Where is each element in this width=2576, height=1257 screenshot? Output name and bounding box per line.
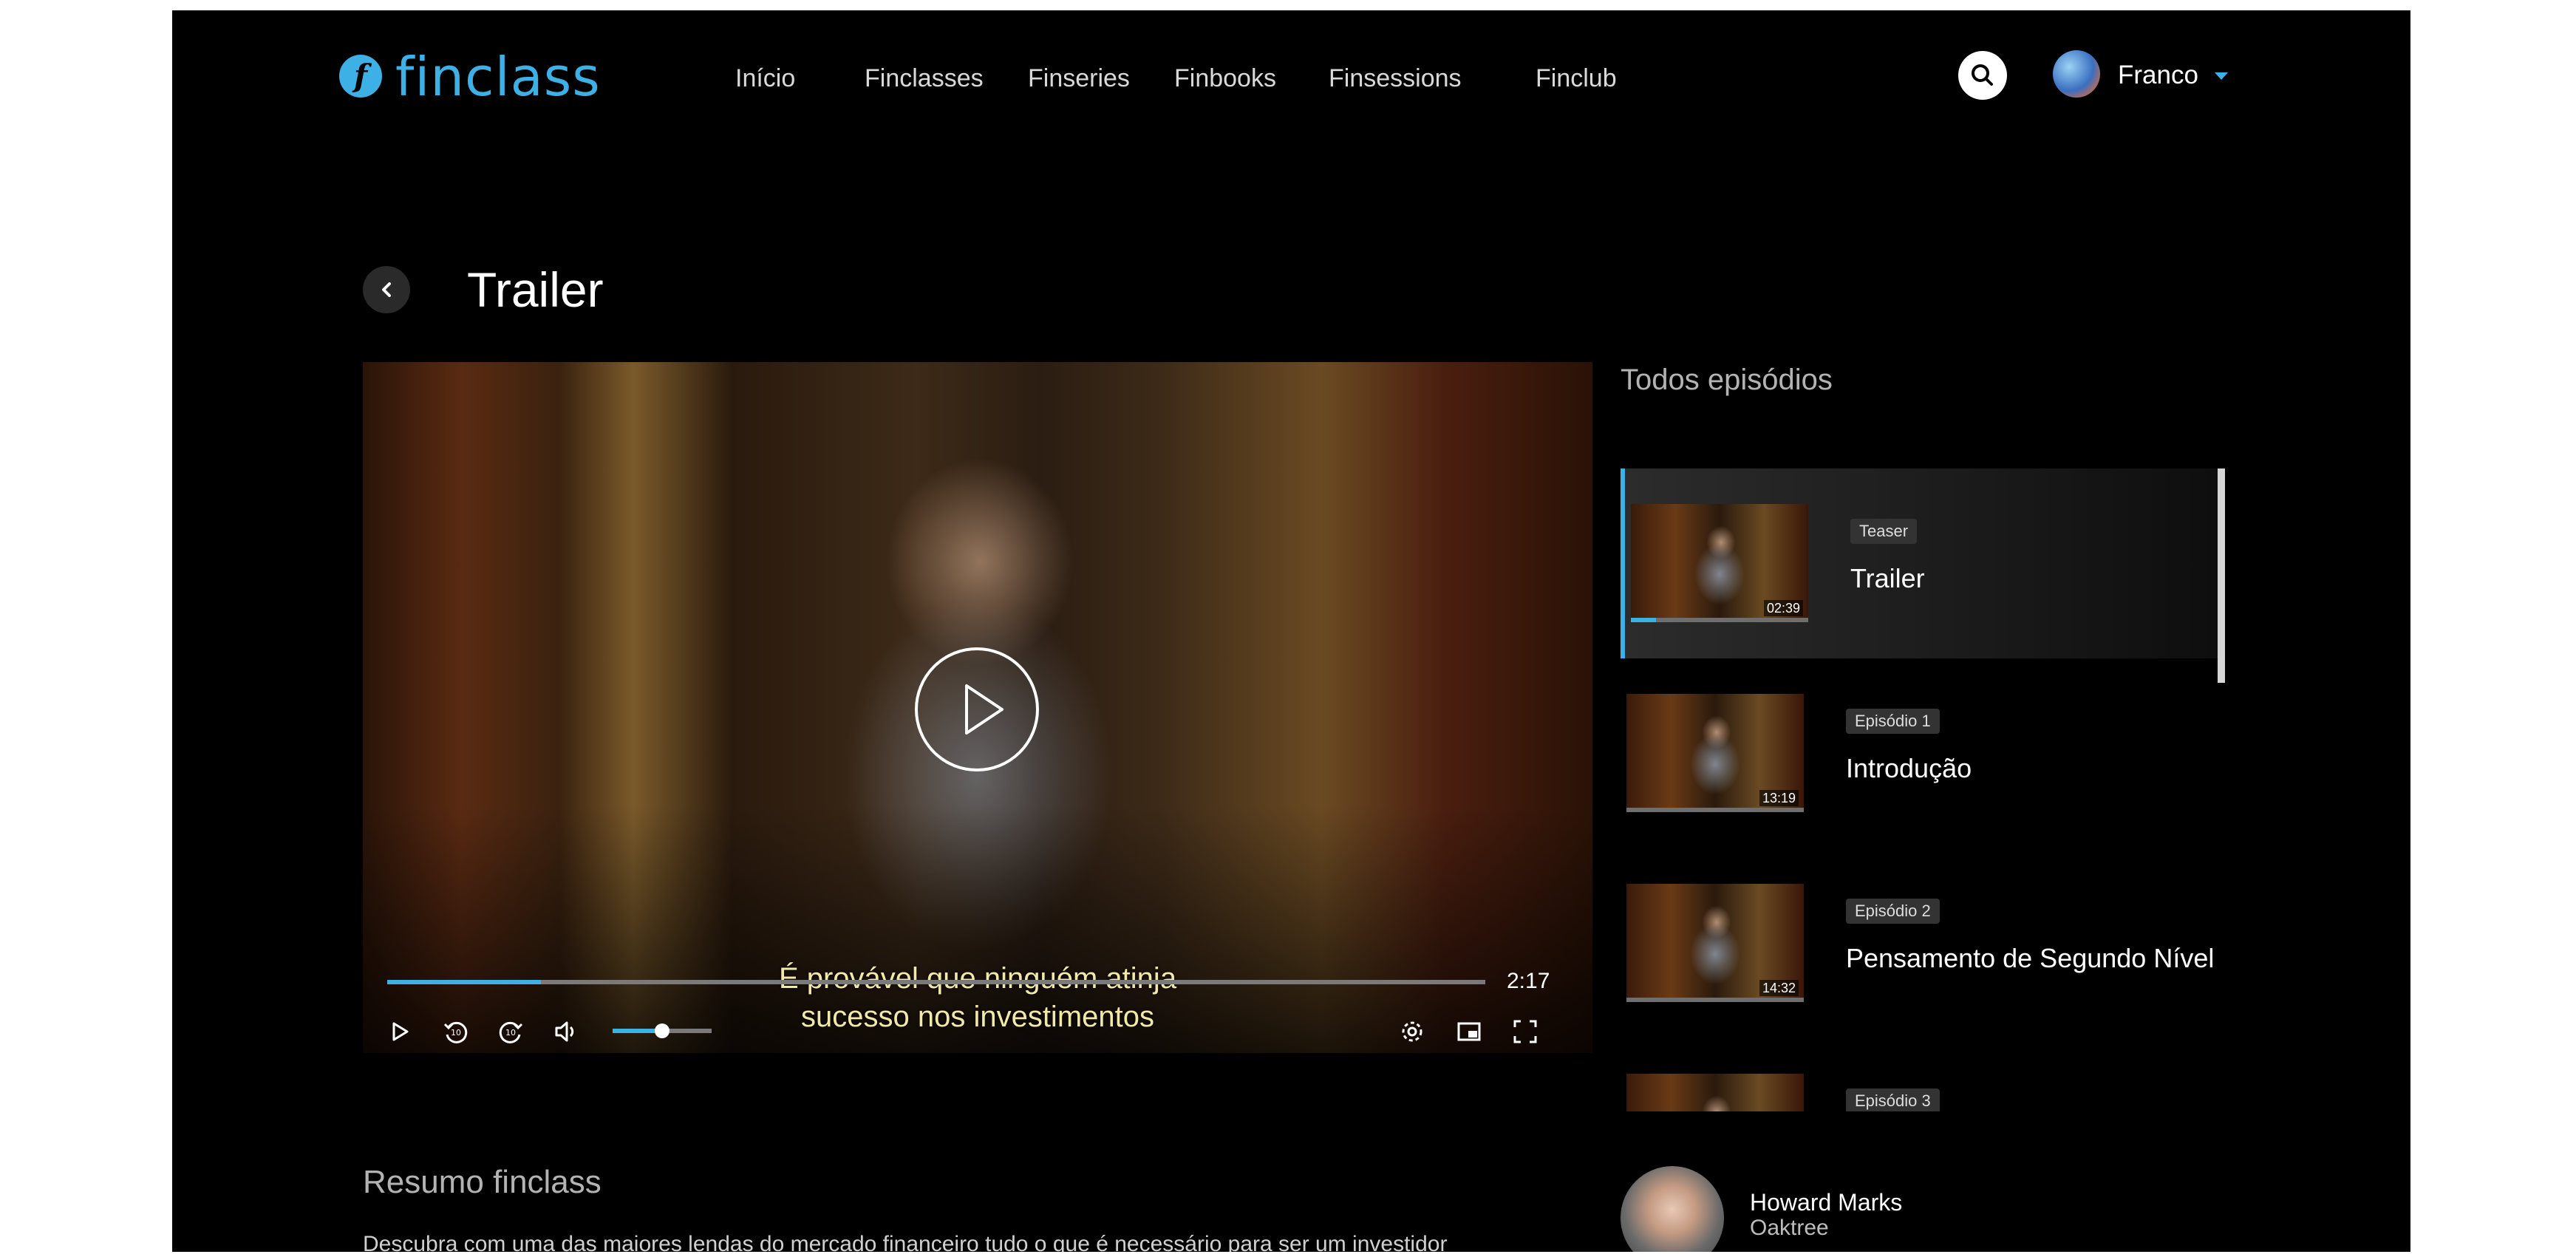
author-name[interactable]: Howard Marks: [1750, 1188, 1902, 1216]
episode-item-1[interactable]: 13:19 Episódio 1 Introdução: [1621, 658, 2219, 848]
episode-badge: Episódio 2: [1846, 899, 1940, 924]
episode-title[interactable]: Trailer: [1850, 563, 1925, 594]
episode-title[interactable]: Pensamento de Segundo Nível: [1846, 943, 2214, 974]
fullscreen-button[interactable]: [1510, 1017, 1540, 1046]
app-screen: f finclass Início Finclasses Finseries F…: [172, 10, 2410, 1252]
nav-item-finbooks[interactable]: Finbooks: [1174, 64, 1276, 93]
svg-text:10: 10: [505, 1028, 516, 1038]
time-remaining: 2:17: [1507, 969, 1550, 993]
episode-progress-track: [1626, 808, 1804, 812]
fullscreen-icon: [1513, 1020, 1537, 1043]
episode-thumbnail[interactable]: [1626, 1074, 1804, 1111]
picture-in-picture-button[interactable]: [1454, 1017, 1484, 1046]
big-play-button[interactable]: [915, 647, 1039, 771]
nav-item-finclasses[interactable]: Finclasses: [865, 64, 984, 93]
user-name[interactable]: Franco: [2118, 59, 2198, 92]
nav-item-finclub[interactable]: Finclub: [1536, 64, 1617, 93]
forward-10-icon: 10: [499, 1021, 523, 1043]
play-icon: [965, 684, 1004, 735]
volume-knob[interactable]: [655, 1023, 669, 1038]
rewind-10-icon: 10: [443, 1021, 468, 1043]
play-button[interactable]: [385, 1017, 415, 1046]
progress-track[interactable]: [387, 980, 1485, 984]
episode-duration: 14:32: [1759, 980, 1799, 996]
svg-text:10: 10: [451, 1028, 461, 1038]
episode-list-scrollbar[interactable]: [2218, 469, 2225, 683]
episode-duration: 13:19: [1759, 790, 1799, 806]
progress-fill: [387, 980, 542, 984]
volume-button[interactable]: [551, 1017, 580, 1046]
nav-item-inicio[interactable]: Início: [735, 64, 795, 93]
chevron-left-icon: [382, 282, 391, 297]
summary-title: Resumo finclass: [363, 1164, 602, 1200]
nav-item-finsessions[interactable]: Finsessions: [1329, 64, 1462, 93]
episode-item-trailer[interactable]: 02:39 Teaser Trailer: [1621, 469, 2219, 658]
settings-icon: [1402, 1021, 1422, 1042]
episode-duration: 02:39: [1764, 600, 1804, 616]
episode-badge: Episódio 3: [1846, 1089, 1940, 1111]
settings-button[interactable]: [1397, 1017, 1427, 1046]
episode-badge: Episódio 1: [1846, 709, 1940, 734]
episode-badge: Teaser: [1850, 519, 1918, 544]
logo-mark-icon[interactable]: f: [339, 55, 382, 98]
nav-item-finseries[interactable]: Finseries: [1028, 64, 1130, 93]
episodes-heading: Todos episódios: [1621, 364, 1833, 396]
video-player[interactable]: É provável que ninguém atinja sucesso no…: [363, 362, 1592, 1053]
episode-list[interactable]: 02:39 Teaser Trailer 13:19 Episódio 1 In…: [1621, 469, 2249, 1111]
logo[interactable]: finclass: [395, 47, 601, 106]
play-icon: [392, 1022, 409, 1041]
user-avatar[interactable]: [2053, 50, 2100, 98]
page-title: Trailer: [467, 262, 604, 317]
forward-10-button[interactable]: 10: [496, 1017, 525, 1046]
episode-progress-track: [1626, 998, 1804, 1002]
summary-text: Descubra com uma das maiores lendas do m…: [363, 1232, 1448, 1252]
volume-icon: [555, 1021, 574, 1042]
picture-in-picture-icon: [1457, 1022, 1481, 1041]
subtitle-line-1: É provável que ninguém atinja: [778, 962, 1177, 995]
episode-item-2[interactable]: 14:32 Episódio 2 Pensamento de Segundo N…: [1621, 848, 2219, 1038]
episode-title[interactable]: Introdução: [1846, 753, 1972, 784]
search-button[interactable]: [1958, 51, 2007, 100]
episode-item-3[interactable]: Episódio 3: [1621, 1038, 2219, 1111]
author-avatar[interactable]: [1621, 1166, 1724, 1252]
chevron-down-icon[interactable]: [2215, 72, 2228, 80]
author-company: Oaktree: [1750, 1216, 1829, 1240]
search-icon: [1972, 64, 1993, 86]
episode-progress-track: [1631, 618, 1808, 622]
episode-progress-fill: [1631, 618, 1656, 622]
rewind-10-button[interactable]: 10: [441, 1017, 471, 1046]
back-button[interactable]: [363, 266, 410, 313]
